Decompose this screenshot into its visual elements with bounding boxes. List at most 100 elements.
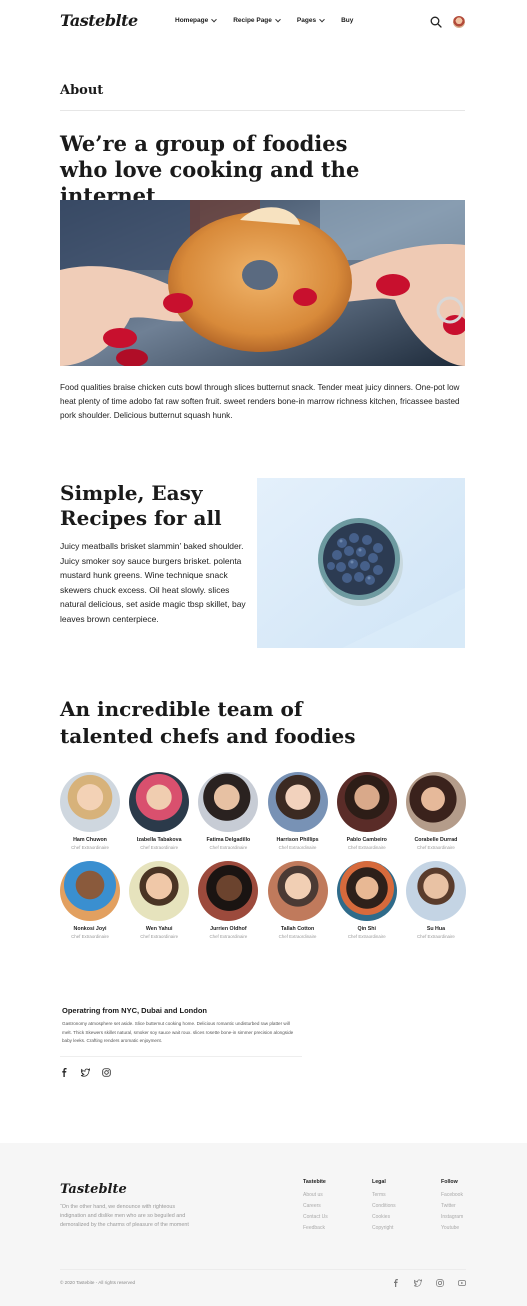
blueberries-image [257,478,465,648]
team-grid: Ham Chuwon Chef Extraordinaire Izabella … [60,772,466,939]
footer-link[interactable]: Instagram [441,1212,463,1223]
member-role: Chef Extraordinaire [278,934,317,939]
member-photo [336,861,397,921]
member-role: Chef Extraordinaire [209,934,248,939]
operating-title: Operatring from NYC, Dubai and London [62,1006,207,1015]
nav-label: Homepage [175,17,209,24]
team-member[interactable]: Nonkosi Joyi Chef Extraordinaire [60,861,120,939]
footer-link[interactable]: Terms [372,1190,396,1201]
nav-label: Pages [296,17,317,24]
member-name: Fatima Delgadillo [206,837,251,843]
team-member[interactable]: Harrison Phillips Chef Extraordinaire [267,772,328,850]
footer-social-links [392,1279,466,1287]
twitter-icon[interactable] [81,1068,90,1077]
footer-link[interactable]: Conditions [372,1201,396,1212]
instagram-icon[interactable] [102,1068,111,1077]
member-name: Corabelle Durrad [414,837,458,843]
footer-link[interactable]: Twitter [441,1201,463,1212]
footer-column-legal: Legal Terms Conditions Cookies Copyright [372,1179,396,1234]
page-title: About [60,83,104,98]
social-links [60,1068,111,1077]
nav-recipe-page[interactable]: Recipe Page [233,16,281,24]
nav-label: Buy [341,17,354,24]
member-photo [60,772,120,832]
footer-link[interactable]: Contact Us [303,1212,328,1223]
facebook-icon[interactable] [60,1068,69,1077]
divider [60,1269,466,1270]
site-logo[interactable]: Tasteblte [60,11,138,30]
member-name: Nonkosi Joyi [73,926,107,932]
footer-link[interactable]: Youtube [441,1223,463,1234]
team-member[interactable]: Qin Shi Chef Extraordinaire [336,861,397,939]
member-name: Ham Chuwon [73,837,107,843]
team-member[interactable]: Fatima Delgadillo Chef Extraordinaire [198,772,259,850]
team-member[interactable]: Ham Chuwon Chef Extraordinaire [60,772,120,850]
team-member[interactable]: Izabella Tabakova Chef Extraordinaire [129,772,190,850]
copyright-text: © 2020 Tastebite - All rights reserved [60,1280,136,1285]
main-nav: Homepage Recipe Page Pages Buy [175,16,353,24]
user-avatar[interactable] [453,16,465,28]
simple-heading: Simple, Easy Recipes for all [60,481,222,530]
member-photo [129,772,190,832]
member-name: Su Hua [426,926,446,932]
footer-link[interactable]: Careers [303,1201,328,1212]
member-photo [60,861,120,921]
nav-homepage[interactable]: Homepage [175,16,218,24]
site-header: Tasteblte Homepage Recipe Page Pages Buy [0,0,527,44]
footer-link[interactable]: About us [303,1190,328,1201]
member-role: Chef Extraordinaire [71,845,109,850]
chevron-down-icon [319,16,325,22]
instagram-icon[interactable] [436,1279,444,1287]
team-member[interactable]: Jurrien Oldhof Chef Extraordinaire [198,861,259,939]
search-icon[interactable] [430,16,442,28]
divider [60,1056,302,1057]
member-photo [198,861,259,921]
member-name: Jurrien Oldhof [210,926,247,932]
footer-logo[interactable]: Tasteblte [60,1182,127,1197]
footer-link[interactable]: Copyright [372,1223,396,1234]
nav-label: Recipe Page [233,17,272,24]
footer-link[interactable]: Facebook [441,1190,463,1201]
member-photo [405,861,466,921]
team-member[interactable]: Corabelle Durrad Chef Extraordinaire [405,772,466,850]
member-role: Chef Extraordinaire [209,845,248,850]
member-photo [336,772,397,832]
facebook-icon[interactable] [392,1279,400,1287]
member-role: Chef Extraordinaire [278,845,317,850]
team-member[interactable]: Su Hua Chef Extraordinaire [405,861,466,939]
team-member[interactable]: Wen Yahui Chef Extraordinaire [129,861,190,939]
site-footer: Tasteblte “On the other hand, we denounc… [0,1143,527,1306]
member-role: Chef Extraordinaire [417,845,455,850]
member-photo [267,861,328,921]
member-name: Harrison Phillips [276,837,319,843]
hero-heading: We’re a group of foodies who love cookin… [60,131,360,208]
divider [60,110,465,111]
chevron-down-icon [211,16,218,22]
footer-column-title: Follow [441,1179,458,1185]
footer-column-title: Legal [372,1179,386,1185]
member-name: Izabella Tabakova [136,837,182,843]
member-photo [198,772,259,832]
member-role: Chef Extraordinaire [140,845,179,850]
nav-buy[interactable]: Buy [341,17,353,24]
footer-column-follow: Follow Facebook Twitter Instagram Youtub… [441,1179,463,1234]
youtube-icon[interactable] [458,1279,466,1287]
member-name: Tallah Cotton [280,926,315,932]
member-name: Wen Yahui [145,926,173,932]
member-photo [267,772,328,832]
team-heading: An incredible team of talented chefs and… [60,697,356,748]
footer-column-title: Tastebite [303,1179,326,1185]
footer-description: “On the other hand, we denounce with rig… [60,1204,189,1228]
footer-link[interactable]: Cookies [372,1212,396,1223]
member-photo [405,772,466,832]
team-member[interactable]: Pablo Cambeiro Chef Extraordinaire [336,772,397,850]
chevron-down-icon [275,16,281,22]
member-role: Chef Extraordinaire [347,845,386,850]
footer-link[interactable]: Feedback [303,1223,328,1234]
member-role: Chef Extraordinaire [347,934,386,939]
nav-pages[interactable]: Pages [296,16,325,24]
operating-text: Gastronomy atmosphere set aside. Slice b… [62,1021,294,1043]
member-role: Chef Extraordinaire [417,934,455,939]
twitter-icon[interactable] [414,1279,422,1287]
team-member[interactable]: Tallah Cotton Chef Extraordinaire [267,861,328,939]
